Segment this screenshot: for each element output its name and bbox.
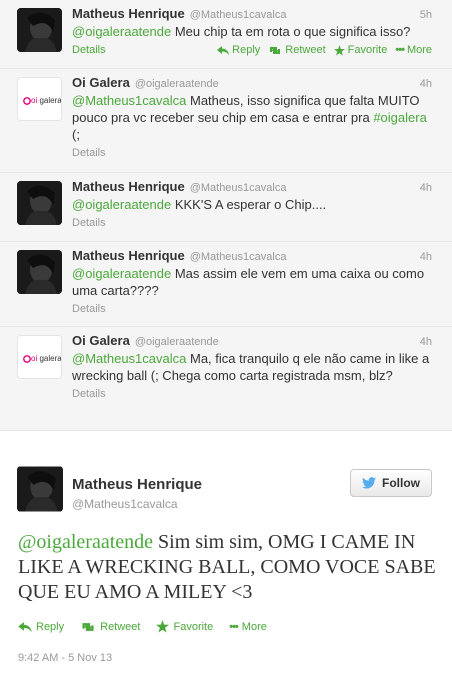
- author-handle[interactable]: @oigaleraatende: [135, 78, 219, 90]
- reply-button[interactable]: Reply: [18, 620, 64, 633]
- author-name[interactable]: Matheus Henrique: [72, 248, 185, 263]
- tweet-text: @Matheus1cavalca Matheus, isso significa…: [72, 93, 427, 142]
- author-handle[interactable]: @Matheus1cavalca: [72, 497, 178, 511]
- author-name[interactable]: Oi Galera: [72, 333, 130, 348]
- svg-text:oi galera: oi galera: [31, 96, 61, 105]
- mention-link[interactable]: @oigaleraatende: [72, 197, 171, 212]
- more-button[interactable]: ••• More: [229, 620, 267, 633]
- more-dots-icon: •••: [395, 44, 405, 56]
- tweet-text: @Matheus1cavalca Ma, fica tranquilo q el…: [72, 351, 430, 383]
- tweet[interactable]: oi galera Oi Galera @oigaleraatende 4h @…: [0, 69, 452, 173]
- retweet-button[interactable]: Retweet: [80, 620, 140, 633]
- reply-button[interactable]: Reply: [217, 44, 260, 56]
- reply-icon: [217, 45, 230, 55]
- retweet-button[interactable]: Retweet: [268, 44, 326, 56]
- oi-galera-logo: oi galera: [18, 336, 61, 378]
- mention-link[interactable]: @oigaleraatende: [18, 531, 153, 553]
- avatar[interactable]: [17, 466, 63, 512]
- star-icon: [156, 620, 170, 633]
- avatar[interactable]: [17, 8, 62, 52]
- details-link[interactable]: Details: [72, 44, 106, 56]
- star-icon: [333, 44, 345, 56]
- svg-text:oi galera: oi galera: [31, 354, 61, 363]
- favorite-button[interactable]: Favorite: [156, 620, 213, 633]
- avatar[interactable]: [17, 181, 62, 225]
- author-name[interactable]: Oi Galera: [72, 75, 130, 90]
- avatar[interactable]: oi galera: [17, 335, 62, 379]
- tweet-text: @oigaleraatende KKK'S A esperar o Chip..…: [72, 197, 327, 212]
- tweet-text: @oigaleraatende Mas assim ele vem em uma…: [72, 266, 425, 298]
- mention-link[interactable]: @Matheus1cavalca: [72, 351, 186, 366]
- oi-galera-logo: oi galera: [18, 78, 61, 120]
- author-name[interactable]: Matheus Henrique: [72, 476, 202, 493]
- mention-link[interactable]: @Matheus1cavalca: [72, 93, 186, 108]
- more-dots-icon: •••: [229, 620, 239, 633]
- hashtag-link[interactable]: #oigalera: [373, 110, 427, 125]
- reply-icon: [18, 621, 32, 632]
- author-handle[interactable]: @Matheus1cavalca: [190, 182, 287, 194]
- tweet[interactable]: Matheus Henrique @Matheus1cavalca 4h @oi…: [0, 242, 452, 327]
- details-link[interactable]: Details: [72, 147, 106, 159]
- timestamp[interactable]: 4h: [420, 78, 432, 90]
- author-handle[interactable]: @Matheus1cavalca: [190, 9, 287, 21]
- details-link[interactable]: Details: [72, 217, 106, 229]
- retweet-icon: [270, 46, 281, 54]
- main-timestamp[interactable]: 9:42 AM - 5 Nov 13: [18, 652, 112, 664]
- author-handle[interactable]: @Matheus1cavalca: [190, 251, 287, 263]
- tweet-text: @oigaleraatende Meu chip ta em rota o qu…: [72, 24, 411, 39]
- mention-link[interactable]: @oigaleraatende: [72, 24, 171, 39]
- timestamp[interactable]: 4h: [420, 336, 432, 348]
- conversation-thread: Matheus Henrique @Matheus1cavalca 5h @oi…: [0, 0, 452, 431]
- author-handle[interactable]: @oigaleraatende: [135, 336, 219, 348]
- author-name[interactable]: Matheus Henrique: [72, 6, 185, 21]
- author-name[interactable]: Matheus Henrique: [72, 179, 185, 194]
- tweet-actions: Reply Retweet Favorite ••• More: [217, 44, 432, 56]
- timestamp[interactable]: 5h: [420, 9, 432, 21]
- retweet-icon: [82, 622, 94, 631]
- tweet[interactable]: Matheus Henrique @Matheus1cavalca 5h @oi…: [0, 0, 452, 69]
- twitter-bird-icon: [362, 477, 376, 489]
- timestamp[interactable]: 4h: [420, 251, 432, 263]
- details-link[interactable]: Details: [72, 388, 106, 400]
- avatar[interactable]: [17, 250, 62, 294]
- favorite-button[interactable]: Favorite: [333, 44, 387, 56]
- follow-button[interactable]: Follow: [350, 469, 432, 497]
- avatar[interactable]: oi galera: [17, 77, 62, 121]
- tweet[interactable]: Matheus Henrique @Matheus1cavalca 4h @oi…: [0, 173, 452, 242]
- details-link[interactable]: Details: [72, 303, 106, 315]
- main-tweet-text: @oigaleraatende Sim sim sim, OMG I CAME …: [18, 531, 436, 603]
- timestamp[interactable]: 4h: [420, 182, 432, 194]
- main-tweet-actions: Reply Retweet Favorite ••• More: [18, 620, 267, 633]
- tweet[interactable]: oi galera Oi Galera @oigaleraatende 4h @…: [0, 327, 452, 431]
- more-button[interactable]: ••• More: [395, 44, 432, 56]
- mention-link[interactable]: @oigaleraatende: [72, 266, 171, 281]
